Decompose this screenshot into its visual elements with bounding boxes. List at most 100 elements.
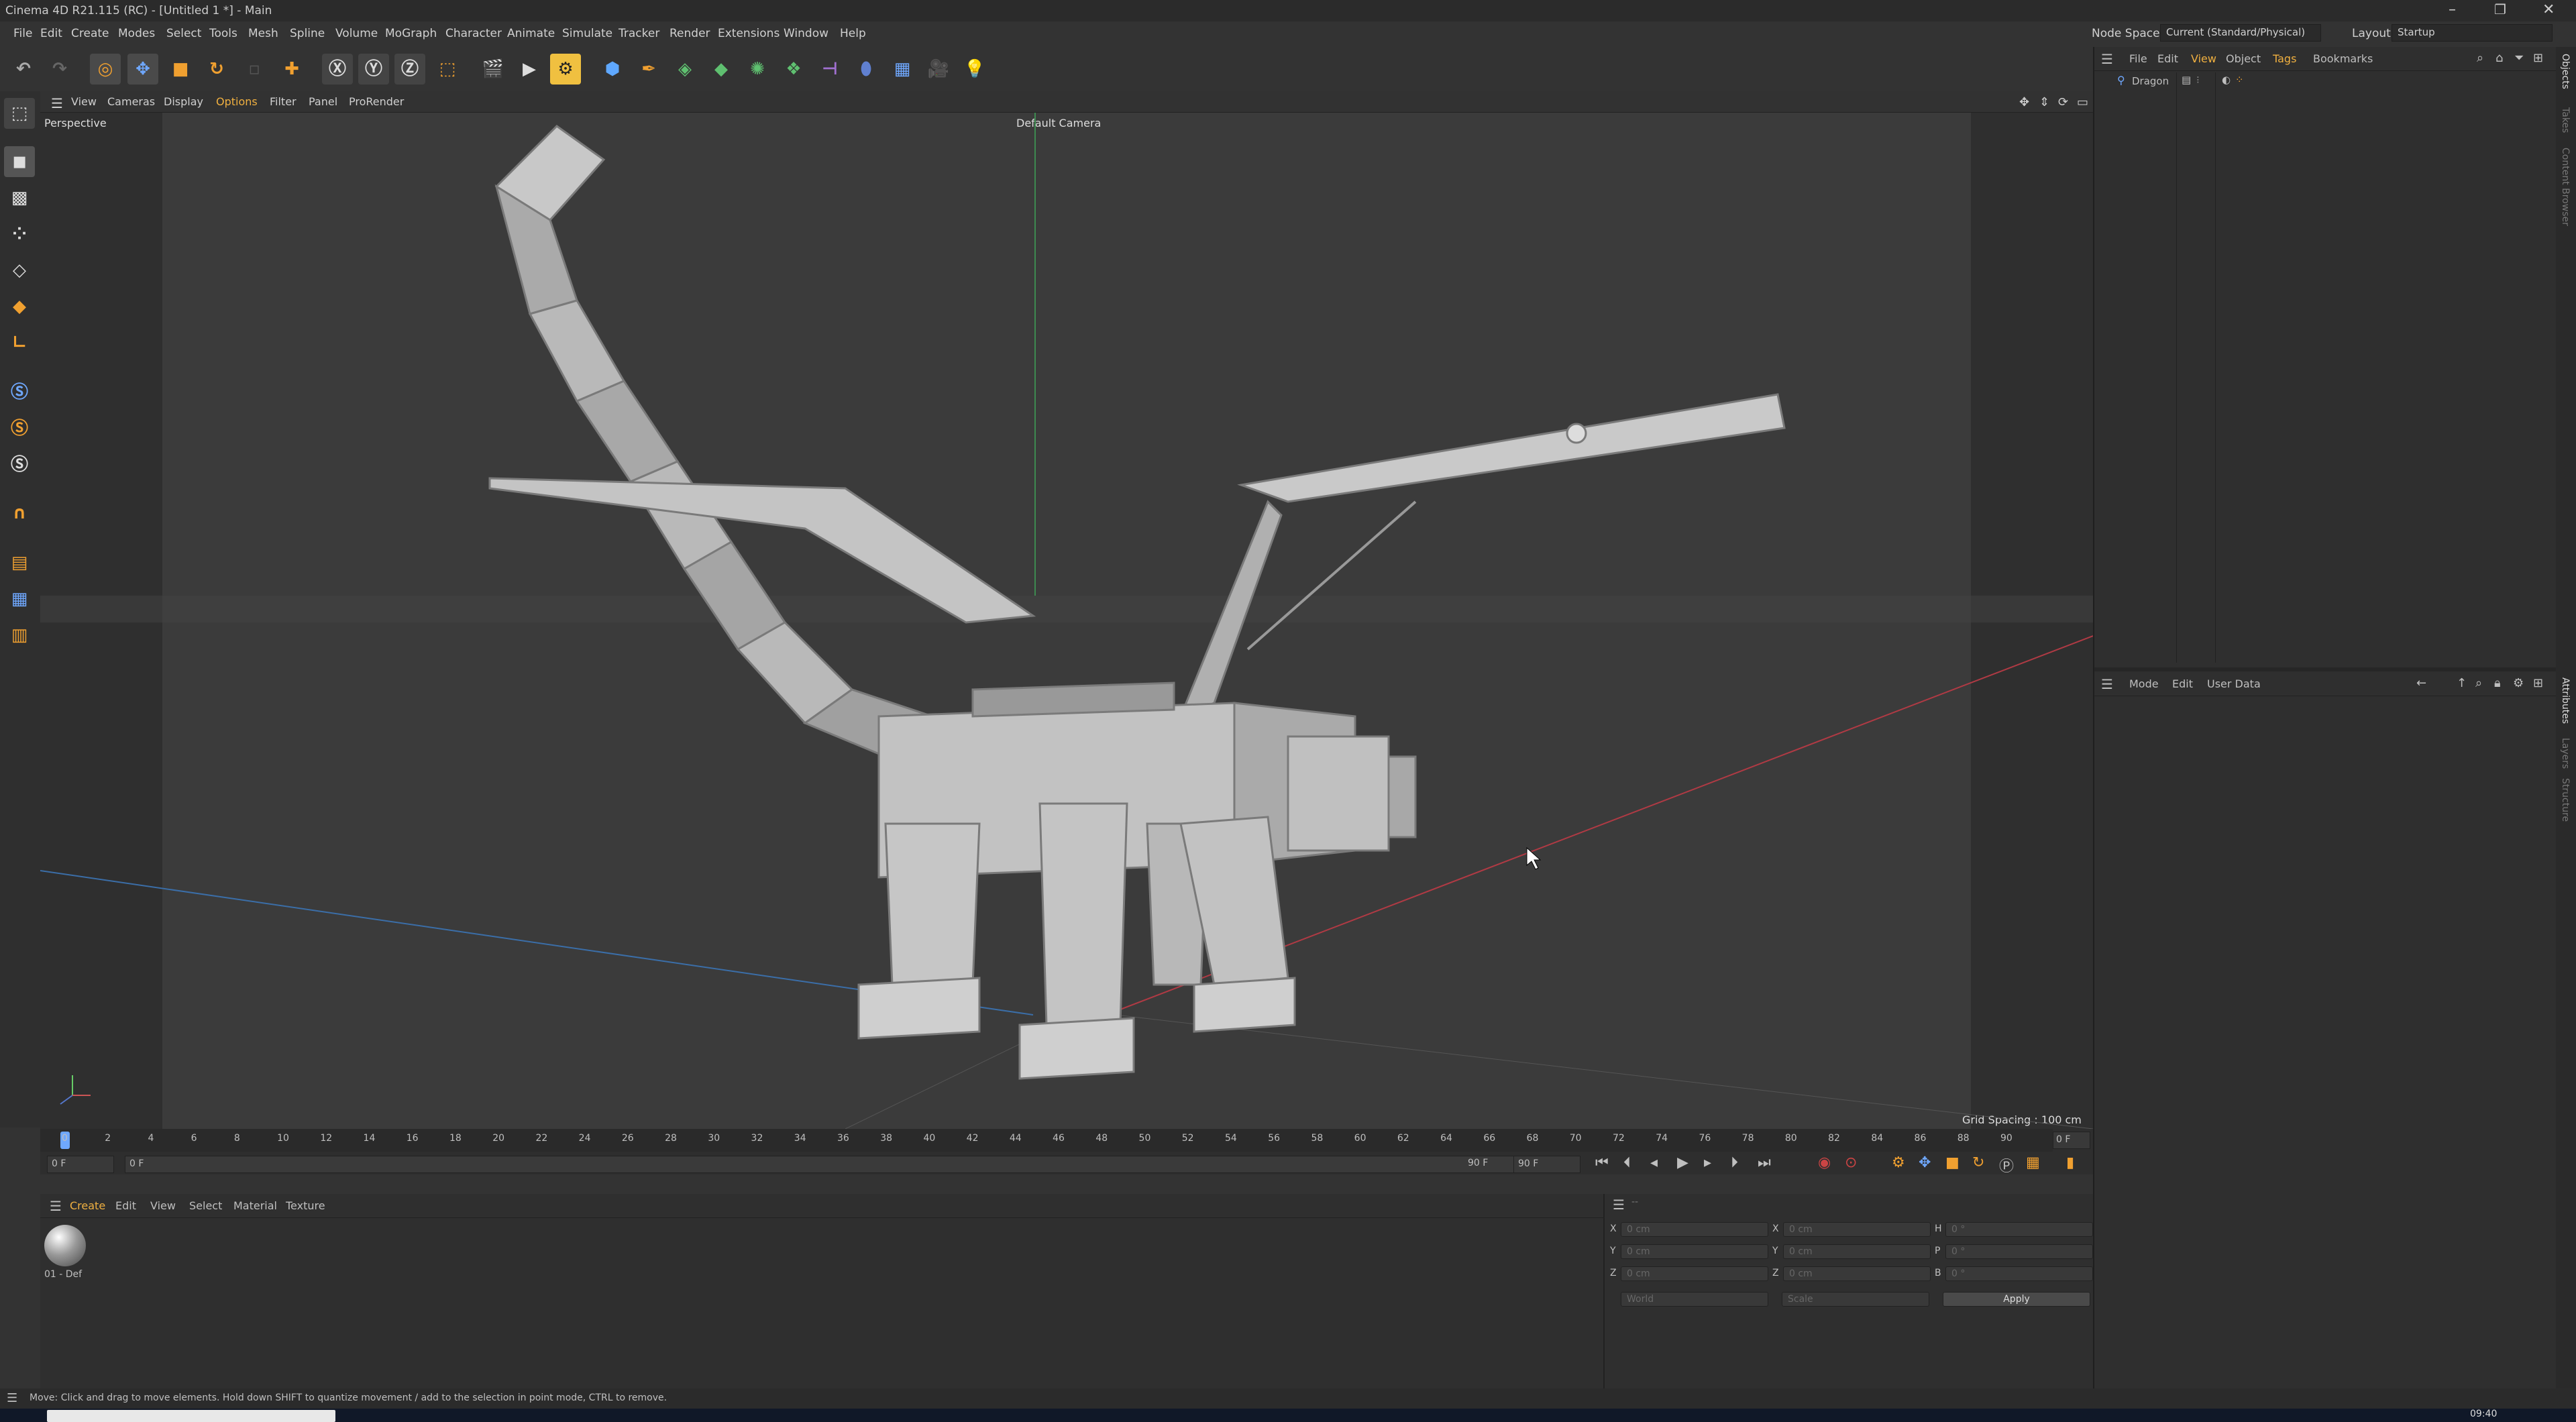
attr-menu-user-data[interactable]: User Data [2207, 677, 2261, 690]
menu-help[interactable]: Help [840, 27, 866, 40]
tab-content-browser[interactable]: Content Browser [2560, 148, 2571, 226]
key-position-icon[interactable]: ✥ [1919, 1154, 1931, 1171]
previous-key-icon[interactable]: ⏴ [1623, 1154, 1631, 1171]
polygons-mode-icon[interactable]: ◆ [4, 291, 35, 322]
menu-tracker[interactable]: Tracker [619, 27, 659, 40]
pos-z-field[interactable]: 0 cm [1621, 1266, 1768, 1281]
rot-h-field[interactable]: 0 ° [1945, 1222, 2093, 1237]
render-view-icon[interactable]: ▶ [514, 54, 545, 85]
timeline[interactable]: 0 2 4 6 8 10 12 14 16 18 20 22 24 26 28 30 32 34 36 38 40 42 4… [40, 1129, 2093, 1176]
om-menu-edit[interactable]: Edit [2157, 52, 2178, 65]
material-menu-material[interactable]: Material [233, 1199, 277, 1212]
go-to-end-icon[interactable]: ⏭ [1758, 1154, 1771, 1171]
mograph-icon[interactable]: ❖ [778, 54, 809, 85]
attr-search-icon[interactable]: ⌕ [2475, 676, 2482, 690]
live-selection-icon[interactable]: ◎ [90, 54, 121, 85]
coordinates-hamburger-icon[interactable]: ☰ [1613, 1197, 1625, 1213]
edges-mode-icon[interactable]: ◇ [4, 255, 35, 286]
coordinate-space-dropdown[interactable]: World [1621, 1292, 1768, 1307]
viewport-layout-icon[interactable]: ▭ [2077, 95, 2088, 109]
viewport-menu-prorender[interactable]: ProRender [349, 95, 404, 108]
render-settings-icon[interactable]: ⚙ [550, 54, 581, 85]
menu-extensions[interactable]: Extensions [718, 27, 780, 40]
timeline-ruler[interactable]: 0 2 4 6 8 10 12 14 16 18 20 22 24 26 28 30 32 34 36 38 40 42 4… [40, 1129, 2053, 1152]
points-mode-icon[interactable]: ⁘ [4, 219, 35, 250]
rotate-tool-icon[interactable]: ↻ [201, 54, 232, 85]
size-y-field[interactable]: 0 cm [1783, 1244, 1931, 1259]
key-scale-icon[interactable]: ■ [1945, 1154, 1960, 1171]
viewport-rotate-icon[interactable]: ⟳ [2058, 95, 2068, 109]
perspective-viewport[interactable]: Perspective Default Camera Grid Spacing … [40, 113, 2093, 1129]
om-search-icon[interactable]: ⌕ [2477, 51, 2483, 65]
model-mode-icon[interactable]: ◼ [4, 146, 35, 177]
field-icon[interactable]: ⬮ [851, 54, 881, 85]
deformer-icon[interactable]: ⊣ [814, 54, 845, 85]
viewport-menu-options[interactable]: Options [216, 95, 258, 108]
start-frame-field[interactable]: 0 F [47, 1156, 114, 1173]
axis-mode-icon[interactable]: ∟ [4, 327, 35, 358]
light-icon[interactable]: 💡 [959, 54, 990, 85]
snap-icon[interactable]: ∩ [4, 498, 35, 529]
size-z-field[interactable]: 0 cm [1783, 1266, 1931, 1281]
material-menu-view[interactable]: View [150, 1199, 176, 1212]
attr-menu-mode[interactable]: Mode [2129, 677, 2159, 690]
attr-new-window-icon[interactable]: ⊞ [2533, 676, 2543, 690]
grid-icon[interactable]: ▦ [4, 584, 35, 614]
extrude-icon[interactable]: ◆ [706, 54, 737, 85]
menu-character[interactable]: Character [445, 27, 502, 40]
camera-icon[interactable]: 🎥 [923, 54, 954, 85]
play-icon[interactable]: ▶ [1677, 1154, 1688, 1171]
menu-file[interactable]: File [13, 27, 32, 40]
om-new-window-icon[interactable]: ⊞ [2533, 51, 2543, 65]
material-swatch[interactable] [44, 1225, 86, 1266]
subdivision-icon[interactable]: ◈ [669, 54, 700, 85]
menu-modes[interactable]: Modes [118, 27, 155, 40]
make-editable-icon[interactable]: ⬚ [4, 98, 35, 129]
menu-animate[interactable]: Animate [507, 27, 555, 40]
layout-dropdown[interactable]: Startup [2392, 24, 2553, 42]
attr-up-icon[interactable]: ↑ [2457, 676, 2467, 690]
record-icon[interactable]: ◉ [1818, 1154, 1831, 1171]
attributes-hamburger-icon[interactable]: ☰ [2101, 676, 2113, 692]
close-button[interactable]: ✕ [2542, 1, 2555, 18]
pos-y-field[interactable]: 0 cm [1621, 1244, 1768, 1259]
om-menu-object[interactable]: Object [2226, 52, 2261, 65]
restore-button[interactable]: ❐ [2494, 1, 2506, 17]
floor-icon[interactable]: ▦ [887, 54, 918, 85]
attr-settings-icon[interactable]: ⚙ [2513, 676, 2524, 690]
pen-spline-icon[interactable]: ✒ [633, 54, 664, 85]
viewport-menu-view[interactable]: View [71, 95, 97, 108]
coordinate-tool-icon[interactable]: ✚ [276, 54, 307, 85]
om-menu-view[interactable]: View [2191, 52, 2216, 65]
recent-tools-icon[interactable]: ▫ [239, 54, 270, 85]
timeline-layout-icon[interactable]: ▮ [2066, 1154, 2074, 1171]
tag-icon[interactable]: ⁘ [2235, 74, 2244, 86]
viewport-zoom-icon[interactable]: ⇕ [2039, 95, 2049, 109]
menu-tools[interactable]: Tools [209, 27, 237, 40]
key-rotation-icon[interactable]: ↻ [1972, 1154, 1984, 1171]
object-name[interactable]: Dragon [2132, 75, 2169, 87]
viewport-move-icon[interactable]: ✥ [2019, 95, 2029, 109]
taskbar-search-box[interactable] [47, 1410, 335, 1422]
attr-lock-icon[interactable]: 🔒︎ [2494, 676, 2501, 690]
menu-volume[interactable]: Volume [335, 27, 378, 40]
viewport-menu-filter[interactable]: Filter [270, 95, 297, 108]
apply-button[interactable]: Apply [1943, 1292, 2090, 1307]
end-frame-field[interactable]: 90 F [1513, 1156, 1580, 1173]
solo-hierarchy-icon[interactable]: Ⓢ [4, 413, 35, 444]
go-to-start-icon[interactable]: ⏮ [1595, 1154, 1609, 1171]
pos-x-field[interactable]: 0 cm [1621, 1222, 1768, 1237]
next-key-icon[interactable]: ⏵ [1731, 1154, 1738, 1171]
om-filter-icon[interactable]: ⏷ [2514, 51, 2524, 65]
redo-icon[interactable]: ↷ [44, 54, 75, 85]
menu-render[interactable]: Render [669, 27, 710, 40]
workplane-icon[interactable]: ▤ [4, 547, 35, 578]
viewport-hamburger-icon[interactable]: ☰ [51, 95, 63, 111]
solo-icon[interactable]: Ⓢ [4, 377, 35, 408]
key-parameter-icon[interactable]: Ⓟ [1999, 1154, 2014, 1176]
texture-mode-icon[interactable]: ▩ [4, 182, 35, 213]
attr-menu-edit[interactable]: Edit [2172, 677, 2193, 690]
z-axis-lock-icon[interactable]: Ⓩ [394, 54, 425, 85]
current-frame-field[interactable]: 0 F [2053, 1132, 2090, 1149]
material-menu-select[interactable]: Select [189, 1199, 222, 1212]
